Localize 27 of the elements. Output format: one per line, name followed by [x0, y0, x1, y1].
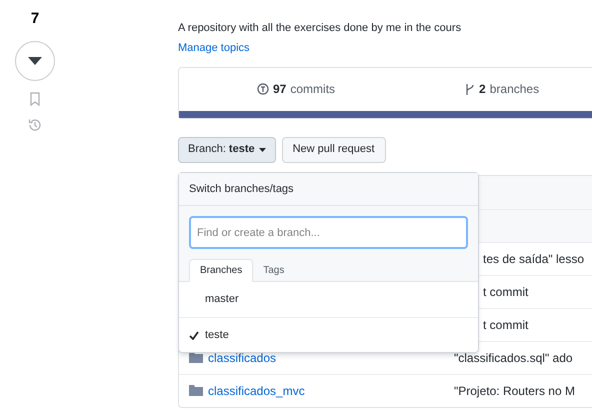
folder-icon: [189, 385, 203, 396]
menu-title: Switch branches/tags: [179, 173, 478, 206]
commit-message: t commit: [483, 284, 528, 300]
branch-item[interactable]: master: [179, 282, 478, 317]
branch-button[interactable]: Branch: teste: [178, 136, 276, 162]
branch-item[interactable]: teste: [179, 317, 478, 352]
commit-message: "Projeto: Routers no M: [454, 382, 575, 400]
new-pull-request-button[interactable]: New pull request: [282, 136, 386, 162]
branch-icon: [465, 82, 476, 96]
caret-icon: [258, 148, 266, 152]
stat-link[interactable]: 2 branches: [465, 80, 540, 98]
commits-icon: [257, 83, 269, 95]
down-triangle-icon: [28, 56, 42, 64]
check-icon: [189, 330, 199, 340]
folder-link[interactable]: classificados_mvc: [208, 382, 305, 400]
repo-description: A repository with all the exercises done by me in the cours: [178, 21, 462, 36]
downvote-button[interactable]: [15, 40, 55, 80]
stat-link[interactable]: 97 commits: [257, 80, 336, 98]
vote-count: 7: [30, 9, 40, 29]
commit-message: tes de saída" lesso: [483, 250, 584, 268]
menu-tab[interactable]: Branches: [189, 259, 254, 282]
branch-search-field[interactable]: Find or create a branch...: [189, 216, 468, 249]
menu-tab[interactable]: Tags: [253, 259, 294, 282]
commit-message: t commit: [483, 316, 528, 334]
commit-message: "classificados.sql" ado: [454, 350, 573, 366]
manage-topics-link[interactable]: Manage topics: [178, 40, 250, 56]
history-icon[interactable]: [27, 116, 43, 132]
